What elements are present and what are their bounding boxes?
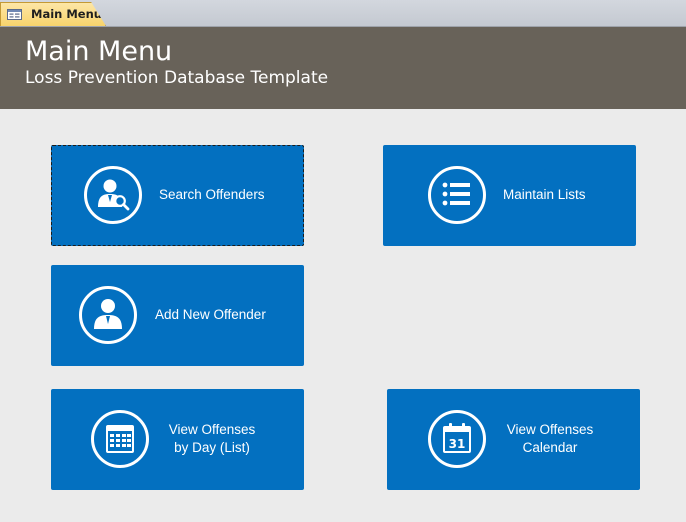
view-offenses-calendar-label: View Offenses Calendar <box>495 421 605 457</box>
view-offenses-by-day-label: View Offenses by Day (List) <box>157 421 267 457</box>
maintain-lists-label: Maintain Lists <box>503 187 586 202</box>
calendar-31-icon: 31 <box>428 410 486 468</box>
form-header: Main Menu Loss Prevention Database Templ… <box>0 27 686 109</box>
add-new-offender-button[interactable]: Add New Offender <box>51 265 304 366</box>
view-offenses-by-day-button[interactable]: View Offenses by Day (List) <box>51 389 304 490</box>
search-offenders-label: Search Offenders <box>159 187 265 202</box>
page-subtitle: Loss Prevention Database Template <box>25 68 329 88</box>
list-icon <box>428 166 486 224</box>
page-title: Main Menu <box>25 36 173 67</box>
person-icon <box>79 286 137 344</box>
person-search-icon <box>84 166 142 224</box>
label-line-1: View Offenses <box>168 422 256 437</box>
svg-text:31: 31 <box>449 437 466 451</box>
label-line-1: View Offenses <box>506 422 594 437</box>
add-new-offender-label: Add New Offender <box>155 307 266 322</box>
tab-label: Main Menu <box>31 7 102 21</box>
form-icon <box>7 9 22 20</box>
search-offenders-button[interactable]: Search Offenders <box>51 145 304 246</box>
label-line-2: by Day (List) <box>174 440 250 455</box>
label-line-2: Calendar <box>522 440 578 455</box>
calendar-grid-icon <box>91 410 149 468</box>
maintain-lists-button[interactable]: Maintain Lists <box>383 145 636 246</box>
view-offenses-calendar-button[interactable]: 31 View Offenses Calendar <box>387 389 640 490</box>
tab-main-menu[interactable]: Main Menu <box>0 2 106 26</box>
document-tab-strip: Main Menu <box>0 0 686 27</box>
